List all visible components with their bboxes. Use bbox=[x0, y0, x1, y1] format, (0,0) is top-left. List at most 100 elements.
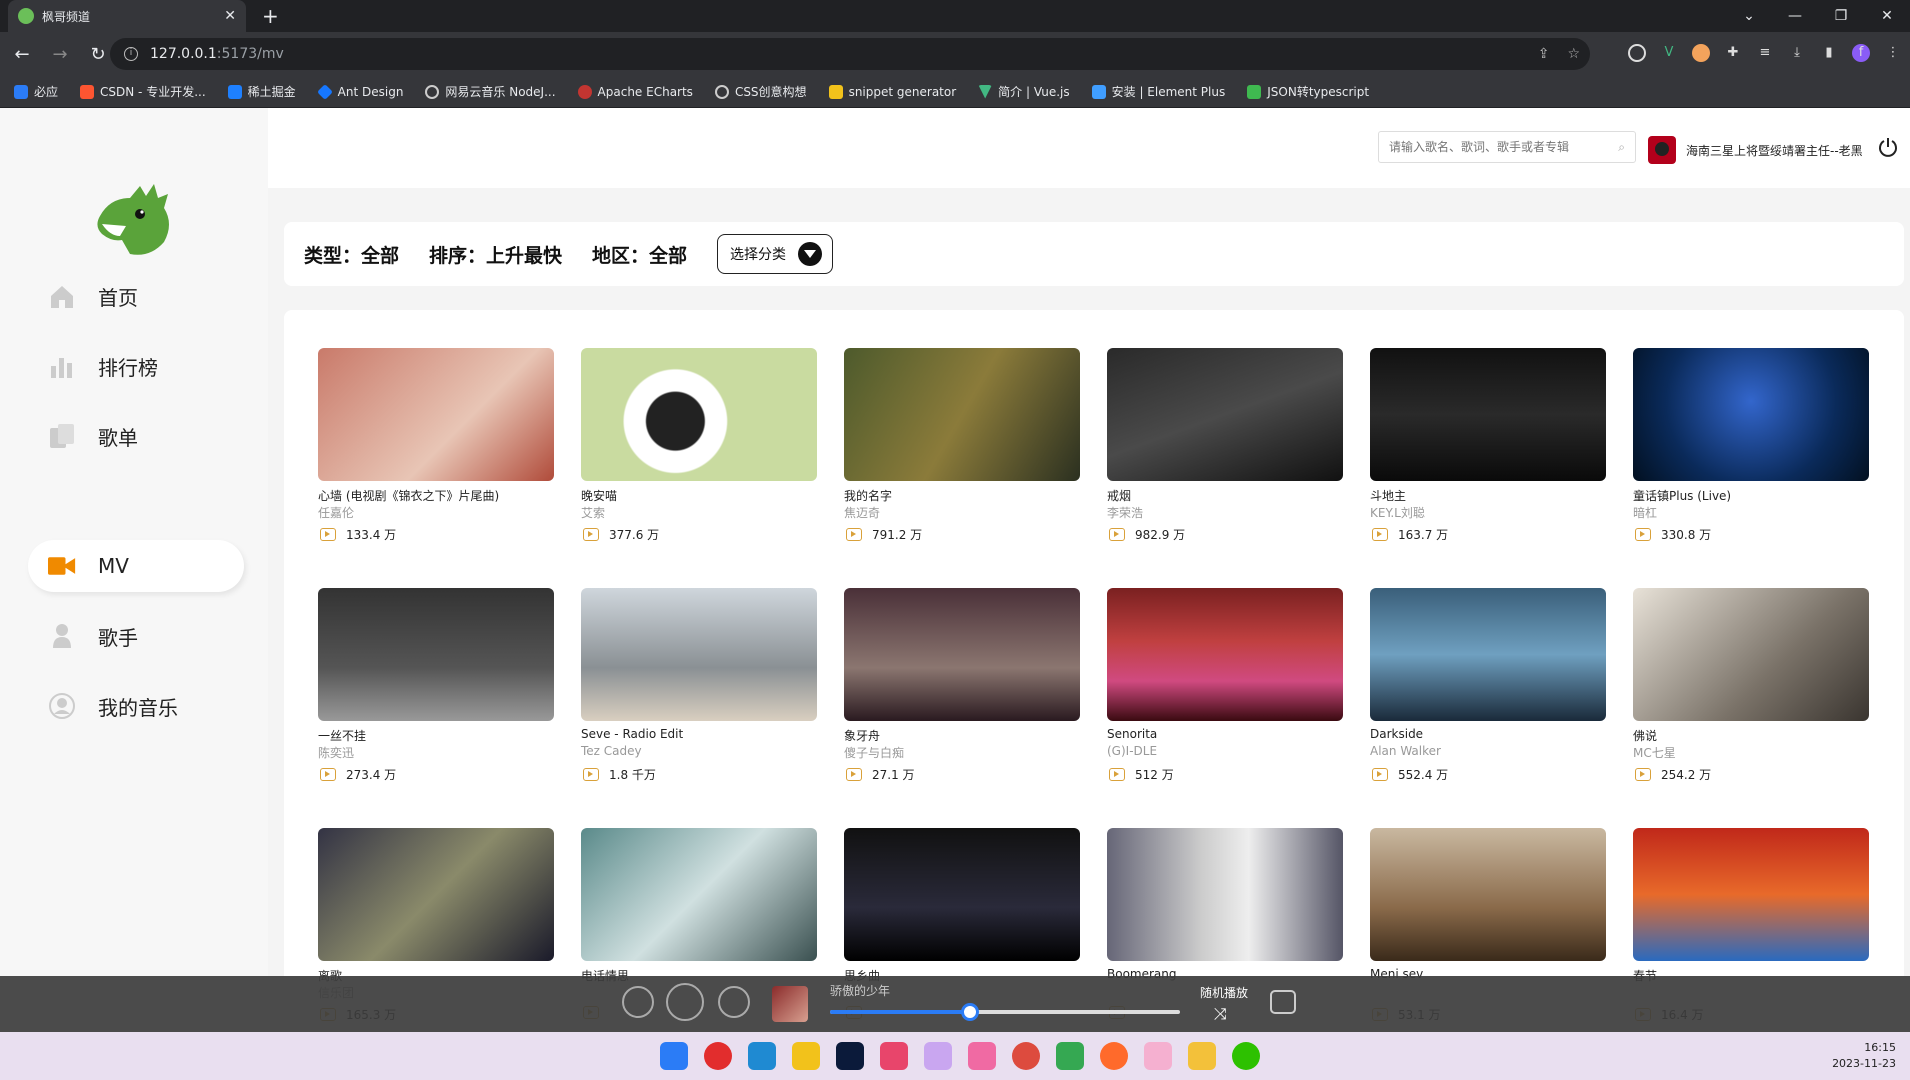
mv-card[interactable]: 晚安喵 艾索 377.6 万 bbox=[581, 348, 817, 588]
extension-circle-icon[interactable] bbox=[1628, 44, 1646, 62]
sort-filter[interactable]: 排序：上升最快 bbox=[429, 241, 562, 268]
mv-thumbnail[interactable] bbox=[581, 828, 817, 961]
clock[interactable]: 16:15 2023-11-23 bbox=[1832, 1040, 1896, 1072]
sidebar-item-singers[interactable]: 歌手 bbox=[28, 610, 244, 662]
mv-thumbnail[interactable] bbox=[1633, 588, 1869, 721]
avatar[interactable] bbox=[1648, 136, 1676, 164]
photoshop-icon[interactable] bbox=[836, 1042, 864, 1070]
mv-card[interactable]: 童话镇Plus (Live) 暗杠 330.8 万 bbox=[1633, 348, 1869, 588]
mv-card[interactable]: 斗地主 KEY.L刘聪 163.7 万 bbox=[1370, 348, 1606, 588]
sidebar-item-playlists[interactable]: 歌单 bbox=[28, 410, 244, 462]
mv-thumbnail[interactable] bbox=[1107, 588, 1343, 721]
mv-artist[interactable]: 傻子与白痴 bbox=[844, 744, 1080, 764]
mv-thumbnail[interactable] bbox=[318, 588, 554, 721]
mv-title[interactable]: 晚安喵 bbox=[581, 487, 817, 504]
bookmark-item[interactable]: snippet generator bbox=[828, 84, 956, 99]
restore-icon[interactable]: ❐ bbox=[1818, 0, 1864, 32]
browser-tab[interactable]: 枫哥频道 ✕ bbox=[8, 0, 246, 32]
mv-icon[interactable] bbox=[1270, 990, 1296, 1014]
mv-artist[interactable]: 任嘉伦 bbox=[318, 504, 554, 524]
mv-title[interactable]: 我的名字 bbox=[844, 487, 1080, 504]
search-input[interactable] bbox=[1389, 140, 1619, 154]
area-filter[interactable]: 地区：全部 bbox=[592, 241, 687, 268]
mv-title[interactable]: 心墙 (电视剧《锦衣之下》片尾曲) bbox=[318, 487, 554, 504]
address-bar[interactable]: i 127.0.0.1:5173/mv ⇪ ☆ bbox=[110, 38, 1590, 70]
bookmark-item[interactable]: 网易云音乐 NodeJ... bbox=[425, 83, 556, 100]
mv-card[interactable]: Seve - Radio Edit Tez Cadey 1.8 千万 bbox=[581, 588, 817, 828]
mv-card[interactable]: Darkside Alan Walker 552.4 万 bbox=[1370, 588, 1606, 828]
mv-title[interactable]: 斗地主 bbox=[1370, 487, 1606, 504]
profile-avatar-icon[interactable]: f bbox=[1852, 44, 1870, 62]
mv-thumbnail[interactable] bbox=[1633, 828, 1869, 961]
mv-card[interactable]: 佛说 MC七星 254.2 万 bbox=[1633, 588, 1869, 828]
type-filter[interactable]: 类型：全部 bbox=[304, 241, 399, 268]
mv-artist[interactable]: 暗杠 bbox=[1633, 504, 1869, 524]
new-tab-icon[interactable]: + bbox=[262, 4, 279, 28]
bookmark-item[interactable]: Apache ECharts bbox=[577, 84, 693, 99]
windows-start-icon[interactable] bbox=[660, 1042, 688, 1070]
mv-artist[interactable]: MC七星 bbox=[1633, 744, 1869, 764]
mv-title[interactable]: 佛说 bbox=[1633, 727, 1869, 744]
search-box[interactable]: ⌕ bbox=[1378, 131, 1636, 163]
vscode-icon[interactable] bbox=[748, 1042, 776, 1070]
mv-artist[interactable]: 陈奕迅 bbox=[318, 744, 554, 764]
forward-icon[interactable]: → bbox=[44, 44, 76, 65]
app-icon[interactable] bbox=[1100, 1042, 1128, 1070]
mv-thumbnail[interactable] bbox=[318, 348, 554, 481]
mv-thumbnail[interactable] bbox=[844, 828, 1080, 961]
minimize-icon[interactable]: — bbox=[1772, 0, 1818, 32]
mv-artist[interactable]: Alan Walker bbox=[1370, 744, 1606, 764]
chrome-icon[interactable] bbox=[1012, 1042, 1040, 1070]
tab-close-icon[interactable]: ✕ bbox=[224, 8, 236, 24]
app-icon[interactable] bbox=[924, 1042, 952, 1070]
bookmark-item[interactable]: CSDN - 专业开发... bbox=[80, 83, 206, 100]
mv-title[interactable]: 一丝不挂 bbox=[318, 727, 554, 744]
app-icon[interactable] bbox=[1144, 1042, 1172, 1070]
mv-artist[interactable]: 李荣浩 bbox=[1107, 504, 1343, 524]
mv-thumbnail[interactable] bbox=[1107, 828, 1343, 961]
mv-card[interactable]: 象牙舟 傻子与白痴 27.1 万 bbox=[844, 588, 1080, 828]
bookmark-item[interactable]: CSS创意构想 bbox=[714, 83, 807, 100]
sidebar-item-mv[interactable]: MV bbox=[28, 540, 244, 592]
mv-card[interactable]: 一丝不挂 陈奕迅 273.4 万 bbox=[318, 588, 554, 828]
user-info[interactable]: 海南三星上将暨绥靖署主任--老黑 bbox=[1648, 136, 1863, 164]
extension-vue-icon[interactable]: V bbox=[1660, 44, 1678, 62]
mv-thumbnail[interactable] bbox=[844, 588, 1080, 721]
extensions-puzzle-icon[interactable]: ✚ bbox=[1724, 44, 1742, 62]
progress-knob[interactable] bbox=[961, 1003, 979, 1021]
app-icon[interactable] bbox=[968, 1042, 996, 1070]
mv-title[interactable]: Seve - Radio Edit bbox=[581, 727, 817, 744]
logout-icon[interactable] bbox=[1878, 137, 1898, 157]
search-icon[interactable]: ⌕ bbox=[1618, 140, 1625, 155]
mv-title[interactable]: 象牙舟 bbox=[844, 727, 1080, 744]
mv-thumbnail[interactable] bbox=[1370, 348, 1606, 481]
sidebar-item-my-music[interactable]: 我的音乐 bbox=[28, 680, 244, 732]
bookmark-item[interactable]: Ant Design bbox=[316, 83, 403, 100]
mv-title[interactable]: Senorita bbox=[1107, 727, 1343, 744]
mv-title[interactable]: Darkside bbox=[1370, 727, 1606, 744]
mv-artist[interactable]: 艾索 bbox=[581, 504, 817, 524]
shuffle-icon[interactable]: ⤨ bbox=[1214, 1004, 1227, 1024]
play-icon[interactable] bbox=[666, 983, 704, 1021]
menu-icon[interactable]: ⋮ bbox=[1884, 44, 1902, 62]
mv-title[interactable]: 戒烟 bbox=[1107, 487, 1343, 504]
bookmark-item[interactable]: 必应 bbox=[14, 83, 58, 100]
reading-list-icon[interactable]: ≡ bbox=[1756, 44, 1774, 62]
app-icon[interactable] bbox=[880, 1042, 908, 1070]
mv-thumbnail[interactable] bbox=[1370, 588, 1606, 721]
mv-thumbnail[interactable] bbox=[1107, 348, 1343, 481]
tab-search-icon[interactable]: ⌄ bbox=[1726, 0, 1772, 32]
sidebar-item-rankings[interactable]: 排行榜 bbox=[28, 340, 244, 392]
file-explorer-icon[interactable] bbox=[1188, 1042, 1216, 1070]
bookmark-item[interactable]: JSON转typescript bbox=[1247, 83, 1369, 100]
close-window-icon[interactable]: ✕ bbox=[1864, 0, 1910, 32]
bookmark-star-icon[interactable]: ☆ bbox=[1567, 46, 1580, 62]
mv-card[interactable]: Senorita (G)I-DLE 512 万 bbox=[1107, 588, 1343, 828]
mv-artist[interactable]: (G)I-DLE bbox=[1107, 744, 1343, 764]
next-icon[interactable] bbox=[718, 986, 750, 1018]
share-icon[interactable]: ⇪ bbox=[1538, 46, 1550, 62]
potplayer-icon[interactable] bbox=[792, 1042, 820, 1070]
mv-thumbnail[interactable] bbox=[318, 828, 554, 961]
mv-card[interactable]: 戒烟 李荣浩 982.9 万 bbox=[1107, 348, 1343, 588]
wechat-icon[interactable] bbox=[1232, 1042, 1260, 1070]
